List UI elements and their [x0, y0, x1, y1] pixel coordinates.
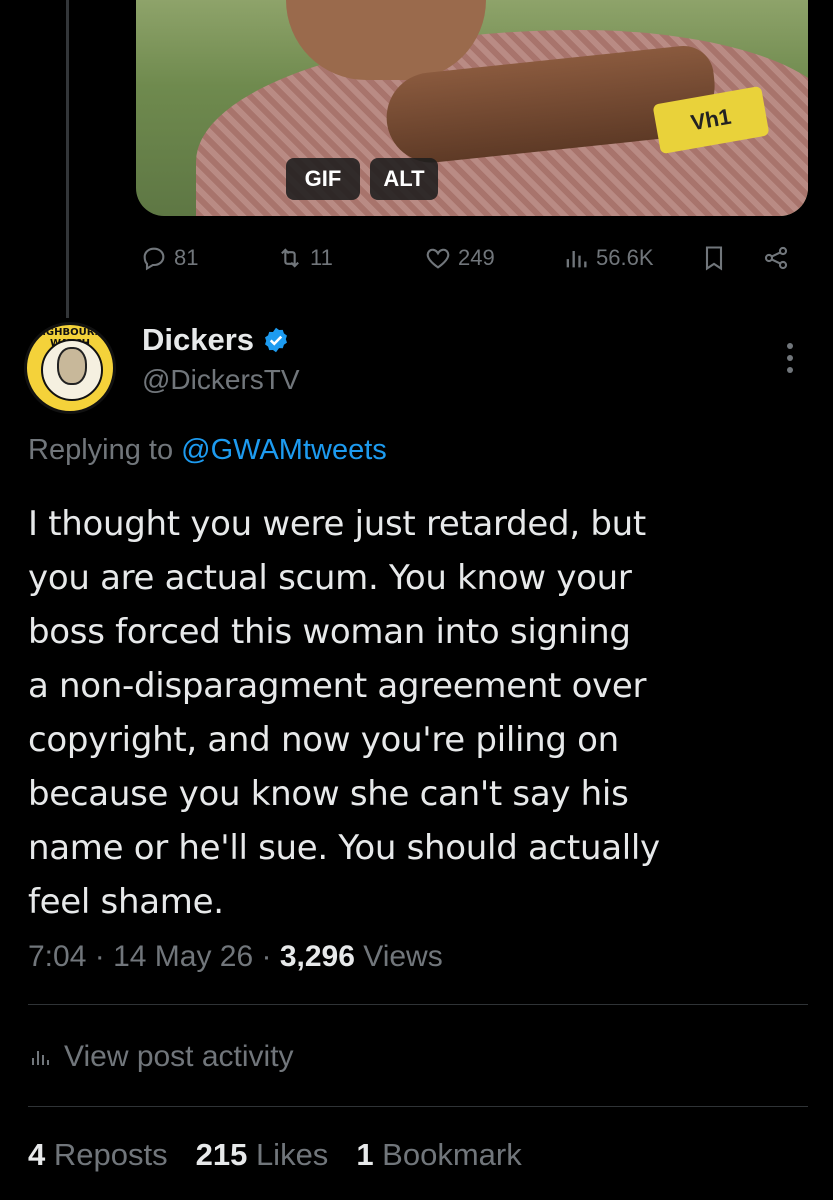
repost-count: 11 [310, 245, 333, 270]
bookmark-action[interactable] [700, 238, 728, 278]
meta-separator: · [253, 940, 280, 973]
divider [28, 1004, 808, 1005]
heart-icon [426, 248, 450, 269]
reposts-stat[interactable]: 4 Reposts [28, 1137, 168, 1173]
reply-count: 81 [174, 245, 199, 270]
gif-media[interactable]: Vh1 GIF ALT [136, 0, 808, 216]
bookmarks-count: 1 [356, 1137, 374, 1172]
tweet-text: I thought you were just retarded, but yo… [28, 504, 660, 922]
bookmark-icon [705, 246, 723, 271]
divider [28, 1106, 808, 1107]
tweet-views-count: 3,296 [279, 940, 355, 973]
like-action[interactable]: 249 [424, 238, 495, 278]
replying-mention-link[interactable]: @GWAMtweets [181, 434, 387, 466]
avatar[interactable]: NEIGHBOURHOOD WATCH [24, 322, 116, 414]
activity-label: View post activity [64, 1040, 294, 1073]
tweet-views-label: Views [354, 940, 443, 973]
more-options-icon[interactable] [780, 340, 800, 376]
reply-icon [143, 247, 165, 271]
tweet-time[interactable]: 7:04 [28, 940, 86, 973]
likes-stat[interactable]: 215 Likes [196, 1137, 329, 1173]
views-count: 56.6K [596, 245, 654, 270]
view-post-activity-link[interactable]: View post activity [28, 1040, 294, 1074]
tweet-date[interactable]: 14 May 26 [113, 940, 253, 973]
reposts-count: 4 [28, 1137, 46, 1172]
replying-to: Replying to @GWAMtweets [28, 434, 387, 467]
analytics-icon [566, 251, 587, 268]
likes-label: Likes [247, 1137, 329, 1172]
share-icon [764, 246, 788, 270]
meta-separator: · [86, 940, 114, 973]
author-handle[interactable]: @DickersTV [142, 364, 300, 396]
bookmarks-label: Bookmark [373, 1137, 522, 1172]
avatar-face [57, 347, 87, 385]
reply-action[interactable]: 81 [140, 238, 198, 278]
alt-button[interactable]: ALT [370, 158, 438, 200]
parent-action-bar: 81 11 249 56.6K [0, 238, 833, 278]
replying-prefix: Replying to [28, 434, 182, 466]
share-action[interactable] [762, 238, 790, 278]
tweet-meta: 7:04 · 14 May 26 · 3,296 Views [28, 940, 443, 974]
author-name[interactable]: Dickers [142, 322, 290, 358]
gif-badge: GIF [286, 158, 360, 200]
verified-badge-icon [265, 327, 287, 353]
repost-icon [281, 248, 299, 268]
engagement-stats: 4 Reposts 215 Likes 1 Bookmark [28, 1137, 522, 1173]
reposts-label: Reposts [45, 1137, 168, 1172]
bookmarks-stat[interactable]: 1 Bookmark [356, 1137, 521, 1173]
analytics-icon [32, 1051, 49, 1065]
display-name: Dickers [142, 322, 255, 357]
like-count: 249 [458, 245, 495, 270]
views-action[interactable]: 56.6K [562, 238, 654, 278]
repost-action[interactable]: 11 [276, 238, 333, 278]
likes-count: 215 [195, 1137, 248, 1172]
